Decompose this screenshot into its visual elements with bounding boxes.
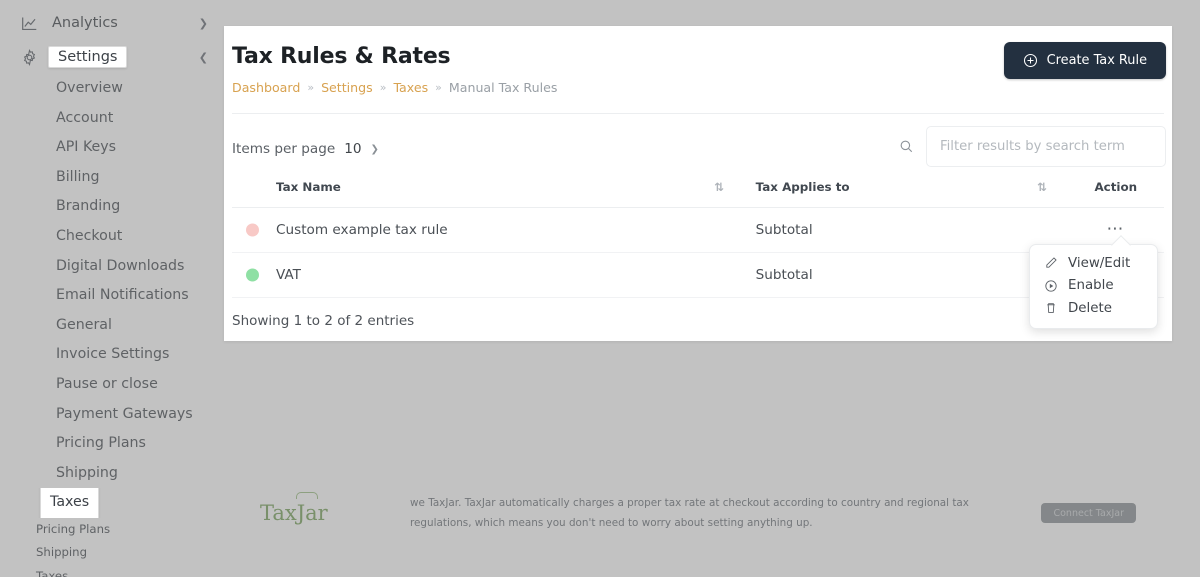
table-header: Tax Name ⇅ Tax Applies to ⇅ Action — [232, 170, 1164, 208]
sidebar-item-overview[interactable]: Overview — [0, 74, 224, 104]
sidebar-item-pause-or-close[interactable]: Pause or close — [0, 370, 224, 400]
cell-tax-name: VAT — [232, 253, 714, 298]
status-dot-disabled — [246, 224, 259, 237]
sort-tax-name[interactable]: ⇅ — [714, 170, 742, 208]
sidebar-taxes-focus-box: Taxes — [40, 488, 99, 518]
status-dot-enabled — [246, 269, 259, 282]
cell-applies-to: Subtotal — [743, 253, 1037, 298]
taxjar-promo: TaxJar we TaxJar. TaxJar automatically c… — [224, 470, 1172, 556]
table-controls: Items per page 10 ❯ — [224, 114, 1172, 170]
breadcrumb-dashboard[interactable]: Dashboard — [232, 80, 300, 95]
chevron-up-icon: ❮ — [199, 52, 208, 63]
tax-name-text: Custom example tax rule — [276, 222, 448, 238]
action-dropdown-menu: View/Edit Enable Delete — [1029, 244, 1158, 329]
sidebar-overflow-item-taxes[interactable]: Taxes — [0, 565, 224, 577]
items-per-page-value: 10 — [344, 141, 361, 157]
create-tax-rule-button[interactable]: Create Tax Rule — [1004, 42, 1166, 79]
items-per-page-selector[interactable]: Items per page 10 ❯ — [232, 141, 379, 157]
chevron-down-icon: ❯ — [371, 144, 379, 155]
sidebar-item-branding[interactable]: Branding — [0, 192, 224, 222]
sort-applies-to[interactable]: ⇅ — [1037, 170, 1067, 208]
taxjar-logo-lid-icon — [296, 492, 318, 499]
sidebar-item-digital-downloads[interactable]: Digital Downloads — [0, 252, 224, 282]
menu-item-view-edit[interactable]: View/Edit — [1030, 252, 1157, 275]
sidebar-settings-focus-box: Settings — [48, 46, 127, 68]
menu-item-enable[interactable]: Enable — [1030, 275, 1157, 298]
breadcrumb-separator: » — [380, 81, 387, 94]
sidebar-overflow-item-shipping[interactable]: Shipping — [0, 541, 224, 565]
sidebar-item-invoice-settings[interactable]: Invoice Settings — [0, 340, 224, 370]
menu-item-label: Delete — [1068, 301, 1112, 316]
sidebar: Analytics ❯ Settings ❮ Overview Account … — [0, 0, 224, 577]
sidebar-item-shipping[interactable]: Shipping — [0, 459, 224, 489]
search-area — [899, 126, 1166, 167]
sidebar-item-pricing-plans[interactable]: Pricing Plans — [0, 429, 224, 459]
sidebar-item-email-notifications[interactable]: Email Notifications — [0, 281, 224, 311]
taxjar-logo: TaxJar — [260, 501, 356, 525]
tax-rules-table: Tax Name ⇅ Tax Applies to ⇅ Action Custo… — [232, 170, 1164, 298]
breadcrumb-separator: » — [435, 81, 442, 94]
sidebar-group-label: Analytics — [52, 15, 199, 31]
cell-spacer — [714, 253, 742, 298]
search-icon — [899, 139, 914, 154]
sidebar-item-payment-gateways[interactable]: Payment Gateways — [0, 400, 224, 430]
menu-item-label: Enable — [1068, 278, 1114, 293]
column-header-action: Action — [1068, 170, 1164, 208]
trash-icon — [1044, 301, 1058, 315]
taxjar-logo-text: TaxJar — [260, 501, 328, 525]
breadcrumb-taxes[interactable]: Taxes — [393, 80, 428, 95]
menu-item-label: View/Edit — [1068, 256, 1130, 271]
gear-icon — [20, 48, 38, 66]
sidebar-overflow-item-pricing-plans[interactable]: Pricing Plans — [0, 518, 224, 542]
table-row: Custom example tax rule Subtotal ⋯ — [232, 208, 1164, 253]
sort-updown-icon: ⇅ — [1037, 180, 1047, 194]
cell-applies-to: Subtotal — [743, 208, 1037, 253]
sidebar-group-label: Settings — [52, 49, 199, 65]
column-header-applies-to[interactable]: Tax Applies to — [743, 170, 1037, 208]
breadcrumb-settings[interactable]: Settings — [321, 80, 373, 95]
sidebar-item-general[interactable]: General — [0, 311, 224, 341]
breadcrumb-separator: » — [307, 81, 314, 94]
column-header-tax-name[interactable]: Tax Name — [232, 170, 714, 208]
menu-item-delete[interactable]: Delete — [1030, 297, 1157, 320]
chevron-right-icon: ❯ — [199, 18, 208, 29]
chart-line-icon — [20, 14, 38, 32]
plus-circle-icon — [1023, 53, 1038, 68]
pencil-icon — [1044, 256, 1058, 270]
cell-spacer — [714, 208, 742, 253]
cell-tax-name: Custom example tax rule — [232, 208, 714, 253]
sidebar-item-api-keys[interactable]: API Keys — [0, 133, 224, 163]
tax-name-text: VAT — [276, 267, 301, 283]
search-input[interactable] — [926, 126, 1166, 167]
play-circle-icon — [1044, 279, 1058, 293]
more-horizontal-icon[interactable]: ⋯ — [1107, 224, 1126, 234]
breadcrumb: Dashboard » Settings » Taxes » Manual Ta… — [232, 80, 1148, 95]
items-per-page-label: Items per page — [232, 141, 335, 157]
page-header: Tax Rules & Rates Dashboard » Settings »… — [224, 26, 1172, 95]
sidebar-group-analytics[interactable]: Analytics ❯ — [0, 6, 224, 40]
create-tax-rule-label: Create Tax Rule — [1047, 53, 1147, 68]
sort-updown-icon: ⇅ — [714, 180, 724, 194]
table-row: VAT Subtotal ⋯ — [232, 253, 1164, 298]
breadcrumb-current: Manual Tax Rules — [449, 80, 558, 95]
connect-taxjar-button[interactable]: Connect TaxJar — [1041, 503, 1136, 523]
sidebar-item-taxes[interactable]: Taxes — [0, 488, 224, 518]
table-body: Custom example tax rule Subtotal ⋯ VAT S… — [232, 208, 1164, 298]
taxjar-promo-text: we TaxJar. TaxJar automatically charges … — [356, 493, 1041, 534]
sidebar-item-checkout[interactable]: Checkout — [0, 222, 224, 252]
table-header-row: Tax Name ⇅ Tax Applies to ⇅ Action — [232, 170, 1164, 208]
sidebar-item-account[interactable]: Account — [0, 104, 224, 134]
sidebar-item-billing[interactable]: Billing — [0, 163, 224, 193]
sidebar-group-settings[interactable]: Settings ❮ — [0, 40, 224, 74]
